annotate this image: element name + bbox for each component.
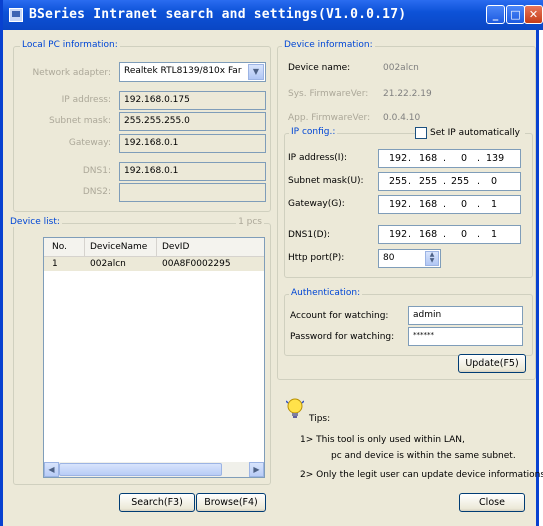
- password-label: Password for watching:: [290, 332, 395, 342]
- port-spinner-icon[interactable]: ▲ ▼: [425, 251, 439, 266]
- ip-address-label: IP address(I):: [288, 153, 348, 163]
- network-adapter-select[interactable]: Realtek RTL8139/810x Far ▼: [119, 62, 266, 82]
- dns1-octet-1: 192: [389, 229, 408, 240]
- app-window: BSeries Intranet search and settings(V1.…: [0, 0, 543, 526]
- ip-octet-3: 0: [461, 153, 468, 164]
- pc-dns1-field: 192.168.0.1: [119, 162, 266, 181]
- maximize-button[interactable]: □: [506, 5, 525, 24]
- tip-line-2: pc and device is within the same subnet.: [331, 451, 516, 461]
- app-firmware-label: App. FirmwareVer:: [288, 113, 371, 123]
- gateway-octet-3: 0: [461, 199, 468, 210]
- auth-legend: Authentication:: [289, 288, 363, 298]
- pc-gateway-label: Gateway:: [68, 138, 111, 148]
- ip-octet-4: 139: [486, 153, 505, 164]
- ip-octet-1: 192: [389, 153, 408, 164]
- pc-dns2-field: [119, 183, 266, 202]
- local-pc-legend: Local PC information:: [20, 40, 120, 50]
- device-list-legend: Device list:: [8, 217, 62, 227]
- pc-ip-label: IP address:: [61, 95, 111, 105]
- device-list[interactable]: No. DeviceName DevID 1 002alcn 00A8F0002…: [43, 237, 265, 478]
- ip-address-input[interactable]: 192. 168. 0. 139: [378, 149, 521, 168]
- auth-group: Authentication:: [284, 288, 533, 356]
- subnet-mask-input[interactable]: 255. 255. 255. 0: [378, 172, 521, 191]
- column-header-devicename[interactable]: DeviceName: [90, 242, 147, 252]
- horizontal-scrollbar[interactable]: ◀ ▶: [44, 462, 264, 477]
- app-icon: [9, 8, 23, 22]
- scroll-left-icon[interactable]: ◀: [44, 462, 59, 477]
- minimize-button[interactable]: _: [486, 5, 505, 24]
- tips-icon: [285, 398, 305, 420]
- update-button[interactable]: Update(F5): [458, 354, 526, 373]
- http-port-label: Http port(P):: [288, 253, 345, 263]
- device-count: 1 pcs: [236, 217, 264, 227]
- ip-config-legend: IP config.:: [289, 127, 338, 137]
- gateway-input[interactable]: 192. 168. 0. 1: [378, 195, 521, 214]
- column-header-no[interactable]: No.: [52, 242, 67, 252]
- row-no: 1: [52, 259, 58, 269]
- sys-firmware-value: 21.22.2.19: [383, 89, 432, 99]
- account-label: Account for watching:: [290, 311, 389, 321]
- tip-line-1: 1> This tool is only used within LAN,: [300, 435, 465, 445]
- account-input[interactable]: admin: [408, 306, 523, 325]
- dns1-octet-4: 1: [491, 229, 498, 240]
- gateway-octet-2: 168: [419, 199, 438, 210]
- app-firmware-value: 0.0.4.10: [383, 113, 421, 123]
- subnet-octet-3: 255: [451, 176, 470, 187]
- scroll-right-icon[interactable]: ▶: [249, 462, 264, 477]
- http-port-value: 80: [383, 253, 395, 263]
- title-bar[interactable]: BSeries Intranet search and settings(V1.…: [3, 0, 543, 30]
- pc-dns1-label: DNS1:: [82, 166, 111, 176]
- http-port-input[interactable]: 80 ▲ ▼: [378, 249, 441, 268]
- close-window-button[interactable]: ✕: [524, 5, 543, 24]
- pc-dns2-label: DNS2:: [82, 187, 111, 197]
- pc-ip-field: 192.168.0.175: [119, 91, 266, 110]
- pc-subnet-label: Subnet mask:: [49, 116, 111, 126]
- subnet-octet-2: 255: [419, 176, 438, 187]
- tips-title: Tips:: [309, 414, 331, 424]
- scrollbar-thumb[interactable]: [59, 463, 222, 476]
- tip-line-3: 2> Only the legit user can update device…: [300, 470, 543, 480]
- window-title: BSeries Intranet search and settings(V1.…: [29, 7, 407, 22]
- gateway-octet-4: 1: [491, 199, 498, 210]
- gateway-label: Gateway(G):: [288, 199, 345, 209]
- search-button[interactable]: Search(F3): [119, 493, 195, 512]
- row-dev-id: 00A8F0002295: [162, 259, 231, 269]
- close-button[interactable]: Close: [459, 493, 525, 512]
- pc-subnet-field: 255.255.255.0: [119, 112, 266, 131]
- pc-gateway-field: 192.168.0.1: [119, 134, 266, 153]
- ip-octet-2: 168: [419, 153, 438, 164]
- dns1-label: DNS1(D):: [288, 230, 331, 240]
- gateway-octet-1: 192: [389, 199, 408, 210]
- network-adapter-value: Realtek RTL8139/810x Far: [124, 66, 242, 76]
- row-device-name: 002alcn: [90, 259, 126, 269]
- subnet-mask-label: Subnet mask(U):: [288, 176, 364, 186]
- device-list-header: No. DeviceName DevID: [44, 238, 264, 257]
- column-header-devid[interactable]: DevID: [162, 242, 189, 252]
- auto-ip-checkbox[interactable]: Set IP automatically: [415, 127, 525, 140]
- device-name-value: 002alcn: [383, 63, 419, 73]
- dns1-octet-3: 0: [461, 229, 468, 240]
- sys-firmware-label: Sys. FirmwareVer:: [288, 89, 369, 99]
- subnet-octet-1: 255: [389, 176, 408, 187]
- network-adapter-label: Network adapter:: [32, 68, 111, 78]
- table-row[interactable]: 1 002alcn 00A8F0002295: [44, 257, 264, 271]
- subnet-octet-4: 0: [491, 176, 498, 187]
- device-info-legend: Device information:: [282, 40, 375, 50]
- checkbox-box[interactable]: [415, 127, 427, 139]
- dns1-octet-2: 168: [419, 229, 438, 240]
- auto-ip-label: Set IP automatically: [430, 128, 520, 138]
- device-name-label: Device name:: [288, 63, 351, 73]
- password-input[interactable]: ******: [408, 327, 523, 346]
- browse-button[interactable]: Browse(F4): [196, 493, 266, 512]
- chevron-down-icon[interactable]: ▼: [248, 64, 264, 80]
- dns1-input[interactable]: 192. 168. 0. 1: [378, 225, 521, 244]
